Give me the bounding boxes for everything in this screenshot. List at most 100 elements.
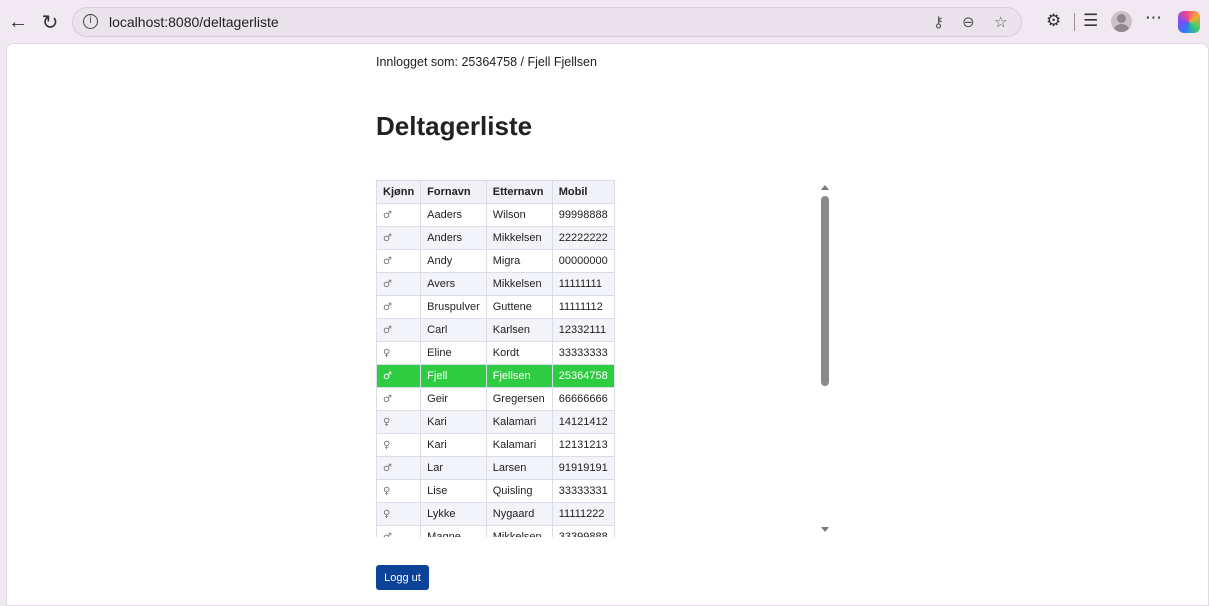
last-name-cell: Guttene [485, 295, 553, 319]
last-name-cell: Mikkelsen [485, 226, 553, 250]
first-name-cell: Kari [420, 410, 487, 434]
gender-cell: ♂ [376, 226, 422, 250]
mobile-cell: 25364758 [551, 364, 615, 388]
gender-cell: ♀ [376, 410, 422, 434]
last-name-cell: Migra [485, 249, 553, 273]
scroll-thumb[interactable] [821, 196, 829, 386]
first-name-cell: Lise [420, 479, 487, 503]
mobile-cell: 11111112 [551, 295, 615, 319]
header-mobile: Mobil [551, 180, 615, 204]
first-name-cell: Eline [420, 341, 487, 365]
last-name-cell: Larsen [485, 456, 553, 480]
last-name-cell: Kordt [485, 341, 553, 365]
last-name-cell: Kalamari [485, 410, 553, 434]
back-arrow-icon[interactable]: ← [6, 10, 30, 34]
table-row[interactable]: ♂ Aaders Wilson 99998888 [376, 203, 615, 227]
page-title: Deltagerliste [376, 111, 533, 141]
first-name-cell: Andy [420, 249, 487, 273]
gender-cell: ♀ [376, 502, 422, 526]
header-first-name: Fornavn [420, 180, 487, 204]
puzzle-icon[interactable]: ⚙ [1046, 11, 1061, 31]
mobile-cell: 66666666 [551, 387, 615, 411]
header-gender: Kjønn [376, 180, 422, 204]
header-last-name: Etternavn [485, 180, 553, 204]
gender-cell: ♂ [376, 387, 422, 411]
page-content: Innlogget som: 25364758 / Fjell Fjellsen… [6, 43, 1209, 606]
last-name-cell: Gregersen [485, 387, 553, 411]
browser-toolbar: ← ↻ i localhost:8080/deltagerliste ⚷ ⊖ ☆… [0, 0, 1209, 44]
table-row[interactable]: ♂ Andy Migra 00000000 [376, 249, 615, 273]
first-name-cell: Magne [420, 525, 487, 537]
first-name-cell: Anders [420, 226, 487, 250]
last-name-cell: Mikkelsen [485, 525, 553, 537]
mobile-cell: 22222222 [551, 226, 615, 250]
gender-cell: ♂ [376, 364, 422, 388]
table-row[interactable]: ♂ Bruspulver Guttene 11111112 [376, 295, 615, 319]
table-row[interactable]: ♂ Geir Gregersen 66666666 [376, 387, 615, 411]
table-row[interactable]: ♂ Avers Mikkelsen 11111111 [376, 272, 615, 296]
mobile-cell: 14121412 [551, 410, 615, 434]
favorites-icon[interactable]: ☰ [1083, 11, 1098, 31]
address-bar[interactable]: i localhost:8080/deltagerliste ⚷ ⊖ ☆ [72, 7, 1022, 37]
mobile-cell: 99998888 [551, 203, 615, 227]
first-name-cell: Geir [420, 387, 487, 411]
table-body: ♂ Aaders Wilson 99998888 ♂ Anders Mikkelsen 222… [376, 203, 615, 537]
last-name-cell: Quisling [485, 479, 553, 503]
mobile-cell: 12131213 [551, 433, 615, 457]
more-icon[interactable]: ⋯ [1145, 8, 1162, 28]
table-row[interactable]: ♀ Lykke Nygaard 11111222 [376, 502, 615, 526]
first-name-cell: Avers [420, 272, 487, 296]
login-status: Innlogget som: 25364758 / Fjell Fjellsen [376, 55, 597, 69]
last-name-cell: Karlsen [485, 318, 553, 342]
logout-button[interactable]: Logg ut [376, 565, 429, 590]
table-scrollbar[interactable] [818, 180, 832, 537]
first-name-cell: Fjell [420, 364, 487, 388]
scroll-up-icon[interactable] [821, 185, 829, 190]
scroll-down-icon[interactable] [821, 527, 829, 532]
gender-cell: ♀ [376, 433, 422, 457]
mobile-cell: 33333331 [551, 479, 615, 503]
table-row[interactable]: ♂ Lar Larsen 91919191 [376, 456, 615, 480]
toolbar-separator [1074, 13, 1075, 31]
table-row[interactable]: ♀ Eline Kordt 33333333 [376, 341, 615, 365]
table-row[interactable]: ♂ Anders Mikkelsen 22222222 [376, 226, 615, 250]
first-name-cell: Carl [420, 318, 487, 342]
table-row[interactable]: ♂ Magne Mikkelsen 33399888 [376, 525, 615, 537]
table-row[interactable]: ♂ Fjell Fjellsen 25364758 [376, 364, 615, 388]
avatar[interactable] [1111, 11, 1132, 32]
mobile-cell: 11111222 [551, 502, 615, 526]
mobile-cell: 33333333 [551, 341, 615, 365]
key-icon[interactable]: ⚷ [933, 13, 944, 31]
mobile-cell: 00000000 [551, 249, 615, 273]
mobile-cell: 12332111 [551, 318, 615, 342]
first-name-cell: Kari [420, 433, 487, 457]
mobile-cell: 91919191 [551, 456, 615, 480]
mobile-cell: 11111111 [551, 272, 615, 296]
url-text[interactable]: localhost:8080/deltagerliste [109, 14, 279, 30]
gender-cell: ♂ [376, 525, 422, 537]
first-name-cell: Bruspulver [420, 295, 487, 319]
gender-cell: ♂ [376, 203, 422, 227]
reload-icon[interactable]: ↻ [38, 10, 62, 34]
table-row[interactable]: ♀ Kari Kalamari 14121412 [376, 410, 615, 434]
last-name-cell: Nygaard [485, 502, 553, 526]
gender-cell: ♂ [376, 249, 422, 273]
table-row[interactable]: ♀ Lise Quisling 33333331 [376, 479, 615, 503]
gender-cell: ♂ [376, 318, 422, 342]
info-icon[interactable]: i [83, 14, 98, 29]
first-name-cell: Aaders [420, 203, 487, 227]
participant-table-container[interactable]: Kjønn Fornavn Etternavn Mobil ♂ Aaders Wil… [376, 180, 834, 537]
gender-cell: ♂ [376, 272, 422, 296]
gender-cell: ♂ [376, 456, 422, 480]
star-icon[interactable]: ☆ [994, 13, 1007, 31]
gender-cell: ♀ [376, 479, 422, 503]
table-row[interactable]: ♀ Kari Kalamari 12131213 [376, 433, 615, 457]
table-row[interactable]: ♂ Carl Karlsen 12332111 [376, 318, 615, 342]
table-header-row: Kjønn Fornavn Etternavn Mobil [376, 180, 615, 204]
last-name-cell: Mikkelsen [485, 272, 553, 296]
gender-cell: ♂ [376, 295, 422, 319]
zoom-out-icon[interactable]: ⊖ [962, 13, 975, 31]
copilot-icon[interactable] [1178, 11, 1200, 33]
last-name-cell: Fjellsen [485, 364, 553, 388]
last-name-cell: Kalamari [485, 433, 553, 457]
